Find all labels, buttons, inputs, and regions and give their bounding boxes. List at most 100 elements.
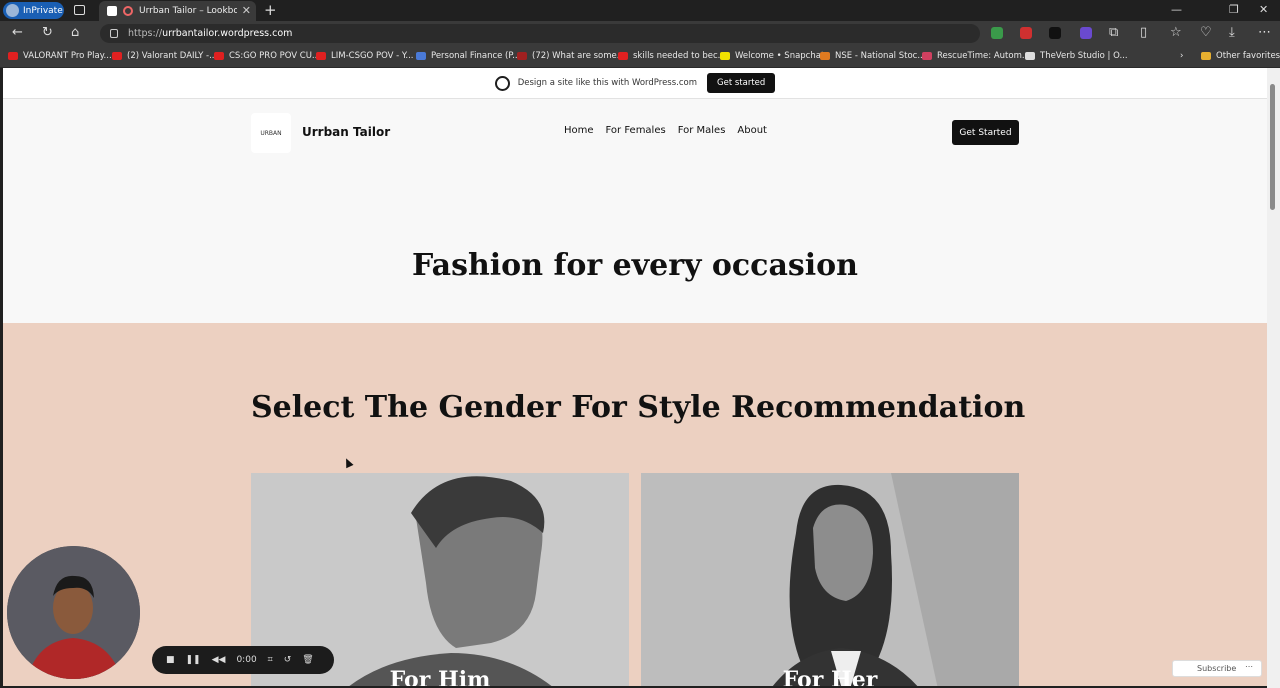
bookmark-item[interactable]: (2) Valorant DAILY -... <box>112 51 217 61</box>
rewind-icon[interactable]: ◀◀ <box>212 655 226 665</box>
close-window-icon[interactable]: ✕ <box>1259 3 1268 16</box>
home-icon[interactable]: ⌂ <box>71 25 79 40</box>
youtube-icon <box>8 52 18 60</box>
grid-icon[interactable]: ⌗ <box>268 655 273 665</box>
nav-about[interactable]: About <box>737 125 767 136</box>
bookmark-label: Personal Finance (P... <box>431 51 521 61</box>
health-icon[interactable]: ♡ <box>1200 25 1212 40</box>
restore-icon[interactable]: ❐ <box>1229 3 1239 16</box>
download-icon[interactable]: ⤓ <box>1229 25 1235 40</box>
bookmark-item[interactable]: LIM-CSGO POV - Y... <box>316 51 413 61</box>
inprivate-badge[interactable]: InPrivate <box>3 2 64 19</box>
browser-tab[interactable]: Urrban Tailor – Lookbook fo ✕ <box>99 1 256 21</box>
bookmark-item[interactable]: (72) What are some... <box>517 51 625 61</box>
pause-icon[interactable]: ❚❚ <box>186 655 201 665</box>
bookmark-item[interactable]: skills needed to bec... <box>618 51 726 61</box>
gender-select-section: Select The Gender For Style Recommendati… <box>3 323 1267 686</box>
favorites-icon[interactable]: ☆ <box>1170 25 1182 40</box>
section-title: Select The Gender For Style Recommendati… <box>251 390 1026 425</box>
bookmark-item[interactable]: CS:GO PRO POV CU... <box>214 51 320 61</box>
bookmarks-bar: VALORANT Pro Play... (2) Valorant DAILY … <box>0 46 1280 68</box>
restart-icon[interactable]: ↺ <box>284 655 292 665</box>
bookmark-item[interactable]: VALORANT Pro Play... <box>8 51 112 61</box>
quora-icon <box>517 52 527 60</box>
bookmark-label: CS:GO PRO POV CU... <box>229 51 321 61</box>
inprivate-label: InPrivate <box>23 5 63 16</box>
new-tab-icon[interactable]: + <box>264 1 277 19</box>
snapchat-icon <box>720 52 730 60</box>
scrollbar-thumb[interactable] <box>1270 84 1275 210</box>
split-screen-icon[interactable]: ▯ <box>1140 25 1147 40</box>
youtube-icon <box>618 52 628 60</box>
lock-icon[interactable] <box>110 29 118 38</box>
bookmarks-overflow-icon[interactable]: › <box>1180 51 1183 61</box>
bookmark-item[interactable]: RescueTime: Autom... <box>922 51 1030 61</box>
site-favicon-icon <box>123 6 133 16</box>
extensions-icon[interactable]: ⧉ <box>1109 25 1118 40</box>
shield-icon <box>416 52 426 60</box>
subscribe-label: Subscribe <box>1197 664 1237 673</box>
browser-titlebar: InPrivate Urrban Tailor – Lookbook fo ✕ … <box>0 0 1280 21</box>
youtube-icon <box>214 52 224 60</box>
bookmark-label: RescueTime: Autom... <box>937 51 1030 61</box>
web-page: Design a site like this with WordPress.c… <box>3 68 1267 686</box>
tab-actions-icon[interactable] <box>74 5 85 15</box>
rescuetime-icon <box>922 52 932 60</box>
tab-title: Urrban Tailor – Lookbook fo <box>139 6 237 16</box>
bookmark-item[interactable]: Personal Finance (P... <box>416 51 520 61</box>
webcam-overlay <box>7 546 140 679</box>
wordpress-banner: Design a site like this with WordPress.c… <box>3 68 1267 99</box>
extension-icon[interactable] <box>991 27 1003 39</box>
other-favorites[interactable]: Other favorites <box>1201 51 1280 61</box>
extension-badge-icon[interactable] <box>1080 27 1092 39</box>
youtube-icon <box>112 52 122 60</box>
hero-title: Fashion for every occasion <box>411 248 858 283</box>
bookmark-item[interactable]: TheVerb Studio | O... <box>1025 51 1128 61</box>
wordpress-banner-text: Design a site like this with WordPress.c… <box>517 78 698 88</box>
nav-for-females[interactable]: For Females <box>606 125 666 136</box>
site-logo[interactable]: URBAN <box>251 113 291 153</box>
bookmark-item[interactable]: NSE - National Stoc... <box>820 51 925 61</box>
nav-for-males[interactable]: For Males <box>678 125 726 136</box>
subscribe-widget[interactable]: Subscribe ⋯ <box>1172 660 1262 677</box>
main-nav: Home For Females For Males About <box>564 125 767 136</box>
back-icon[interactable]: ← <box>12 25 23 40</box>
delete-icon[interactable]: 🗑 <box>302 655 313 665</box>
bookmark-label: skills needed to bec... <box>633 51 726 61</box>
site-title[interactable]: Urrban Tailor <box>302 125 390 139</box>
recording-time: 0:00 <box>236 655 257 665</box>
stop-icon[interactable]: ■ <box>166 655 175 665</box>
profile-avatar <box>6 4 19 17</box>
bookmark-label: LIM-CSGO POV - Y... <box>331 51 414 61</box>
youtube-icon <box>316 52 326 60</box>
other-favorites-label: Other favorites <box>1216 51 1280 61</box>
for-her-link[interactable]: For Her <box>641 667 1019 686</box>
page-scrollbar[interactable] <box>1267 68 1280 688</box>
bookmark-label: (72) What are some... <box>532 51 625 61</box>
bookmark-label: TheVerb Studio | O... <box>1040 51 1128 61</box>
bookmark-label: VALORANT Pro Play... <box>23 51 112 61</box>
more-options-icon[interactable]: ⋯ <box>1245 662 1253 671</box>
bookmark-label: (2) Valorant DAILY -... <box>127 51 218 61</box>
bookmark-label: NSE - National Stoc... <box>835 51 926 61</box>
minimize-icon[interactable]: — <box>1171 3 1182 16</box>
adblock-icon[interactable] <box>1020 27 1032 39</box>
recorder-controls: ■ ❚❚ ◀◀ 0:00 ⌗ ↺ 🗑 <box>152 646 334 674</box>
nse-icon <box>820 52 830 60</box>
refresh-icon[interactable]: ↻ <box>42 25 53 40</box>
nav-home[interactable]: Home <box>564 125 594 136</box>
site-logo-text: URBAN <box>260 129 282 137</box>
tab-switch-icon <box>107 6 117 16</box>
get-started-button[interactable]: Get Started <box>952 120 1019 145</box>
bookmark-item[interactable]: Welcome • Snapchat <box>720 51 824 61</box>
close-tab-icon[interactable]: ✕ <box>242 4 251 17</box>
more-menu-icon[interactable]: ⋯ <box>1258 25 1271 40</box>
address-bar[interactable]: https://urrbantailor.wordpress.com <box>100 24 980 43</box>
theverb-icon <box>1025 52 1035 60</box>
bookmark-label: Welcome • Snapchat <box>735 51 825 61</box>
wordpress-get-started-button[interactable]: Get started <box>707 73 776 93</box>
media-icon[interactable] <box>1049 27 1061 39</box>
webcam-person <box>7 546 140 679</box>
url-domain: urrbantailor.wordpress.com <box>162 28 293 39</box>
for-her-card[interactable]: For Her <box>641 473 1019 686</box>
